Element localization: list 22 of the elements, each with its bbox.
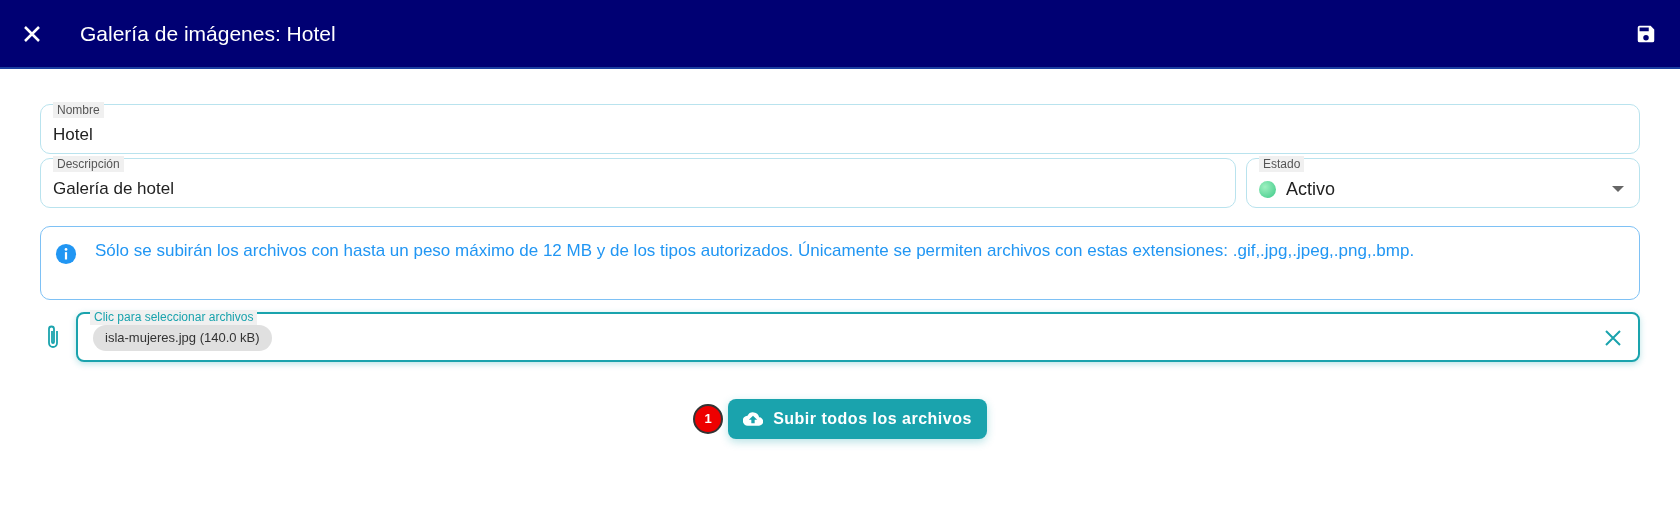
field-label: Nombre bbox=[53, 102, 104, 118]
close-icon bbox=[1605, 330, 1621, 346]
field-value: Activo bbox=[1286, 177, 1336, 201]
file-chip: isla-mujeres.jpg (140.0 kB) bbox=[93, 325, 272, 351]
close-icon bbox=[23, 24, 41, 43]
info-icon bbox=[55, 243, 77, 265]
field-label: Clic para seleccionar archivos bbox=[90, 310, 258, 325]
status-select[interactable]: Estado Activo bbox=[1246, 158, 1640, 208]
cloud-upload-icon bbox=[743, 411, 764, 427]
info-text: Sólo se subirán los archivos con hasta un peso máximo de 12 MB y de los tipos autorizados. Únicamente se permiten archivos con estas extensiones: .gif,.jpg,.jpeg,.png,.bmp. bbox=[95, 240, 1415, 262]
file-input[interactable]: Clic para seleccionar archivos isla-mujeres.jpg (140.0 kB) bbox=[76, 312, 1640, 362]
clear-button[interactable] bbox=[1603, 328, 1623, 348]
field-label: Descripción bbox=[53, 156, 124, 172]
field-value: Galería de hotel bbox=[53, 178, 174, 201]
description-field[interactable]: Descripción Galería de hotel bbox=[40, 158, 1236, 208]
window-title: Galería de imágenes: Hotel bbox=[80, 20, 336, 47]
paperclip-icon bbox=[45, 324, 61, 350]
dropdown-caret-icon bbox=[1612, 186, 1624, 192]
name-field[interactable]: Nombre Hotel bbox=[40, 104, 1640, 154]
count-badge: 1 bbox=[693, 404, 724, 434]
field-value: Hotel bbox=[53, 124, 93, 147]
field-label: Estado bbox=[1259, 156, 1305, 172]
